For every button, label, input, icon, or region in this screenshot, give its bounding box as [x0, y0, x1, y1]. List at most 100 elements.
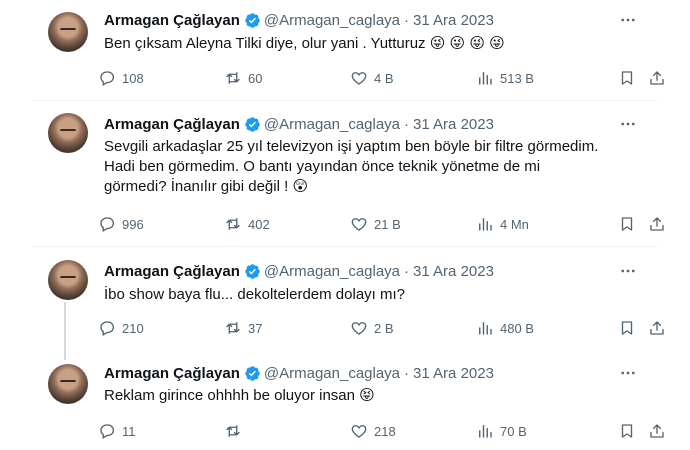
views-button[interactable]: 70 B: [476, 420, 527, 442]
author-handle[interactable]: @Armagan_caglaya: [264, 116, 400, 133]
bookmark-icon: [621, 71, 633, 85]
tweet-text: Ben çıksam Aleyna Tilki diye, olur yani …: [104, 34, 638, 54]
tweet-header: Armagan Çağlayan @Armagan_caglaya · 31 A…: [104, 10, 494, 30]
share-button[interactable]: [648, 420, 672, 442]
tweet-text: İbo show baya flu... dekoltelerdem dolay…: [104, 285, 638, 305]
squinting-tongue-emoji: 😝: [359, 387, 375, 404]
tweet[interactable]: Armagan Çağlayan @Armagan_caglaya · 31 A…: [32, 352, 664, 450]
tweet-actions: 11 218 70 B: [98, 420, 664, 442]
bookmark-icon: [621, 217, 633, 231]
tweet-date[interactable]: 31 Ara 2023: [413, 116, 494, 133]
tweet-date[interactable]: 31 Ara 2023: [413, 263, 494, 280]
retweet-button[interactable]: 402: [224, 213, 270, 235]
author-handle[interactable]: @Armagan_caglaya: [264, 365, 400, 382]
retweet-icon: [226, 218, 240, 230]
reply-count: 996: [122, 216, 144, 232]
separator-dot: ·: [404, 364, 410, 382]
tweet-text-content: Sevgili arkadaşlar 25 yıl televizyon işi…: [104, 138, 599, 195]
views-count: 513 B: [500, 70, 534, 86]
share-icon: [650, 71, 664, 85]
reply-button[interactable]: 108: [98, 67, 144, 89]
share-button[interactable]: [648, 213, 672, 235]
retweet-button[interactable]: 60: [224, 67, 262, 89]
avatar[interactable]: [48, 12, 88, 52]
reply-icon: [100, 321, 115, 336]
avatar[interactable]: [48, 364, 88, 404]
like-count: 218: [374, 423, 396, 439]
tweet-text: Reklam girince ohhhh be oluyor insan 😝: [104, 386, 638, 406]
more-options-icon[interactable]: [618, 10, 638, 30]
share-button[interactable]: [648, 317, 672, 339]
like-button[interactable]: 21 B: [350, 213, 401, 235]
retweet-icon: [226, 425, 240, 437]
reply-button[interactable]: 11: [98, 420, 136, 442]
verified-badge-icon: [245, 116, 260, 132]
views-chart-icon: [479, 322, 492, 335]
tweet-text-content: Reklam girince ohhhh be oluyor insan: [104, 387, 355, 404]
share-button[interactable]: [648, 67, 672, 89]
author-handle[interactable]: @Armagan_caglaya: [264, 12, 400, 29]
separator-dot: ·: [404, 11, 410, 29]
views-button[interactable]: 4 Mn: [476, 213, 529, 235]
reply-count: 108: [122, 70, 144, 86]
author-name[interactable]: Armagan Çağlayan: [104, 116, 240, 133]
retweet-icon: [226, 72, 240, 84]
separator-dot: ·: [404, 262, 410, 280]
like-button[interactable]: 4 B: [350, 67, 394, 89]
retweet-icon: [226, 322, 240, 334]
bookmark-button[interactable]: [618, 420, 642, 442]
author-name[interactable]: Armagan Çağlayan: [104, 365, 240, 382]
avatar[interactable]: [48, 113, 88, 153]
views-button[interactable]: 513 B: [476, 67, 534, 89]
retweet-button[interactable]: [224, 420, 248, 442]
bookmark-button[interactable]: [618, 67, 642, 89]
heart-icon: [351, 218, 367, 231]
tweet-feed: Armagan Çağlayan @Armagan_caglaya · 31 A…: [32, 0, 664, 450]
winking-tongue-emoji: 😜 😜 😜 😜: [429, 35, 505, 52]
tweet[interactable]: Armagan Çağlayan @Armagan_caglaya · 31 A…: [32, 101, 664, 246]
like-button[interactable]: 2 B: [350, 317, 394, 339]
share-icon: [650, 217, 664, 231]
tweet[interactable]: Armagan Çağlayan @Armagan_caglaya · 31 A…: [32, 247, 664, 357]
avatar[interactable]: [48, 260, 88, 300]
more-options-icon[interactable]: [618, 261, 638, 281]
bookmark-button[interactable]: [618, 213, 642, 235]
tweet-header: Armagan Çağlayan @Armagan_caglaya · 31 A…: [104, 114, 494, 134]
views-chart-icon: [479, 72, 492, 85]
author-name[interactable]: Armagan Çağlayan: [104, 263, 240, 280]
views-count: 70 B: [500, 423, 527, 439]
views-count: 4 Mn: [500, 216, 529, 232]
reply-button[interactable]: 210: [98, 317, 144, 339]
tweet-date[interactable]: 31 Ara 2023: [413, 12, 494, 29]
views-count: 480 B: [500, 320, 534, 336]
tweet-actions: 210 37 2 B 480 B: [98, 317, 664, 339]
retweet-count: 37: [248, 320, 263, 336]
author-handle[interactable]: @Armagan_caglaya: [264, 263, 400, 280]
like-count: 2 B: [374, 320, 394, 336]
tweet-header: Armagan Çağlayan @Armagan_caglaya · 31 A…: [104, 363, 494, 383]
reply-button[interactable]: 996: [98, 213, 144, 235]
retweet-count: 402: [248, 216, 270, 232]
verified-badge-icon: [245, 12, 260, 28]
bookmark-icon: [621, 321, 633, 335]
like-count: 21 B: [374, 216, 401, 232]
share-icon: [650, 321, 664, 335]
reply-icon: [100, 424, 115, 439]
like-button[interactable]: 218: [350, 420, 396, 442]
views-chart-icon: [479, 218, 492, 231]
more-options-icon[interactable]: [618, 363, 638, 383]
tweet-date[interactable]: 31 Ara 2023: [413, 365, 494, 382]
views-button[interactable]: 480 B: [476, 317, 534, 339]
heart-icon: [351, 425, 367, 438]
tweet[interactable]: Armagan Çağlayan @Armagan_caglaya · 31 A…: [32, 0, 664, 105]
author-name[interactable]: Armagan Çağlayan: [104, 12, 240, 29]
more-options-icon[interactable]: [618, 114, 638, 134]
reply-count: 11: [122, 423, 136, 439]
heart-icon: [351, 322, 367, 335]
tweet-actions: 996 402 21 B 4 Mn: [98, 213, 664, 235]
retweet-button[interactable]: 37: [224, 317, 262, 339]
bookmark-button[interactable]: [618, 317, 642, 339]
tweet-text: Sevgili arkadaşlar 25 yıl televizyon işi…: [104, 137, 638, 197]
share-icon: [650, 424, 664, 438]
reply-icon: [100, 71, 115, 86]
